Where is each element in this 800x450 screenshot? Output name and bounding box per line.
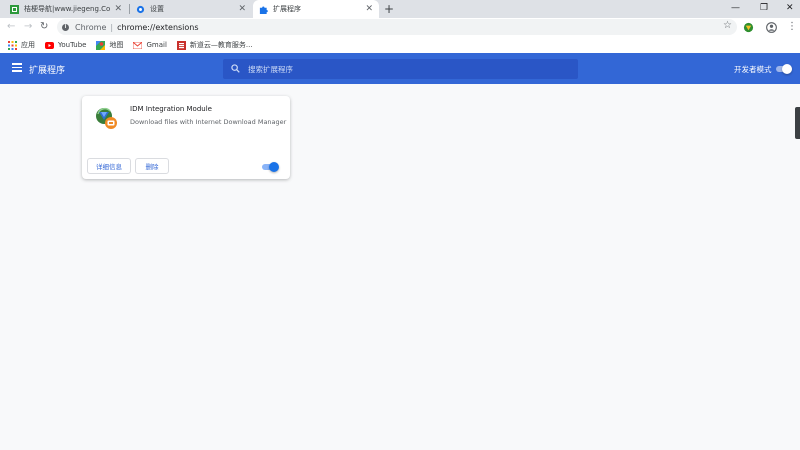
bookmark-maps[interactable]: 地图 <box>96 40 123 50</box>
bookmark-label: 地图 <box>109 41 124 49</box>
extension-enable-toggle[interactable] <box>262 162 279 172</box>
page-title: 扩展程序 <box>29 66 66 76</box>
tab-settings[interactable]: 设置 ✕ <box>130 0 252 18</box>
back-button[interactable]: ← <box>7 21 15 33</box>
extension-name: IDM Integration Module <box>130 105 212 113</box>
bookmarks-bar: 应用 YouTube 地图 Gmail 新道云—教育服务... <box>0 37 800 53</box>
extension-card: IDM Integration Module Download files wi… <box>82 96 290 179</box>
window-close-button[interactable]: ✕ <box>786 3 794 13</box>
tab-extensions[interactable]: 扩展程序 ✕ <box>253 0 379 18</box>
jiegeng-favicon-icon <box>10 4 19 14</box>
extensions-header: 扩展程序 搜索扩展程序 开发者模式 <box>0 53 800 84</box>
bookmark-label: YouTube <box>58 41 87 49</box>
settings-gear-icon <box>136 5 145 14</box>
site-info-icon[interactable]: i <box>62 23 69 31</box>
close-tab-icon[interactable]: ✕ <box>114 4 122 14</box>
close-tab-icon[interactable]: ✕ <box>238 4 246 14</box>
bookmark-youtube[interactable]: YouTube <box>45 41 86 50</box>
new-tab-button[interactable]: + <box>384 2 394 16</box>
url-text: chrome://extensions <box>117 22 199 32</box>
youtube-icon <box>45 41 54 50</box>
tab-title: 扩展程序 <box>273 5 301 13</box>
restore-button[interactable]: ❐ <box>760 3 768 13</box>
tab-strip: 桔梗导航|www.jiegeng.Com|_名 ✕ 设置 ✕ 扩展程序 ✕ + … <box>0 0 800 18</box>
bookmark-xindaoyun[interactable]: 新道云—教育服务... <box>176 40 253 50</box>
reload-button[interactable]: ↻ <box>40 21 48 33</box>
maps-icon <box>96 40 106 50</box>
developer-mode-toggle[interactable] <box>776 64 792 74</box>
bookmark-apps[interactable]: 应用 <box>8 40 35 50</box>
developer-mode-label: 开发者模式 <box>734 65 772 74</box>
bookmark-gmail[interactable]: Gmail <box>133 41 167 50</box>
extension-description: Download files with Internet Download Ma… <box>130 118 287 126</box>
xindaoyun-icon <box>176 40 186 50</box>
gmail-icon <box>133 41 143 50</box>
toggle-knob <box>269 162 279 172</box>
bookmark-label: 新道云—教育服务... <box>189 41 253 49</box>
tab-title: 设置 <box>150 5 164 13</box>
side-panel-handle[interactable] <box>795 107 800 139</box>
profile-avatar-icon[interactable] <box>765 21 777 33</box>
browser-menu-icon[interactable]: ⋮ <box>787 21 797 33</box>
minimize-button[interactable]: — <box>731 3 740 13</box>
tab-title: 桔梗导航|www.jiegeng.Com|_名 <box>24 5 111 13</box>
bookmark-label: 应用 <box>21 41 35 49</box>
search-extensions-input[interactable]: 搜索扩展程序 <box>223 59 578 79</box>
close-tab-icon[interactable]: ✕ <box>365 4 373 14</box>
toggle-knob <box>782 64 792 74</box>
apps-grid-icon <box>8 40 17 50</box>
idm-extension-icon[interactable] <box>742 21 754 33</box>
details-button[interactable]: 详细信息 <box>87 158 131 174</box>
bookmark-star-icon[interactable]: ☆ <box>723 20 732 31</box>
url-separator: | <box>110 22 114 32</box>
browser-toolbar: ← → ↻ i Chrome | chrome://extensions ☆ ⋮ <box>0 18 800 37</box>
remove-button[interactable]: 删除 <box>135 158 169 174</box>
bookmark-label: Gmail <box>146 41 167 49</box>
address-bar[interactable]: i Chrome | chrome://extensions ☆ <box>57 19 737 35</box>
search-placeholder: 搜索扩展程序 <box>248 64 293 74</box>
idm-logo-icon <box>94 106 118 130</box>
forward-button[interactable]: → <box>24 21 32 33</box>
puzzle-icon <box>259 5 268 14</box>
scheme-label: Chrome <box>75 22 107 32</box>
tab-jiegeng[interactable]: 桔梗导航|www.jiegeng.Com|_名 ✕ <box>4 0 128 18</box>
hamburger-menu-icon[interactable] <box>12 63 22 72</box>
search-icon <box>231 63 240 75</box>
